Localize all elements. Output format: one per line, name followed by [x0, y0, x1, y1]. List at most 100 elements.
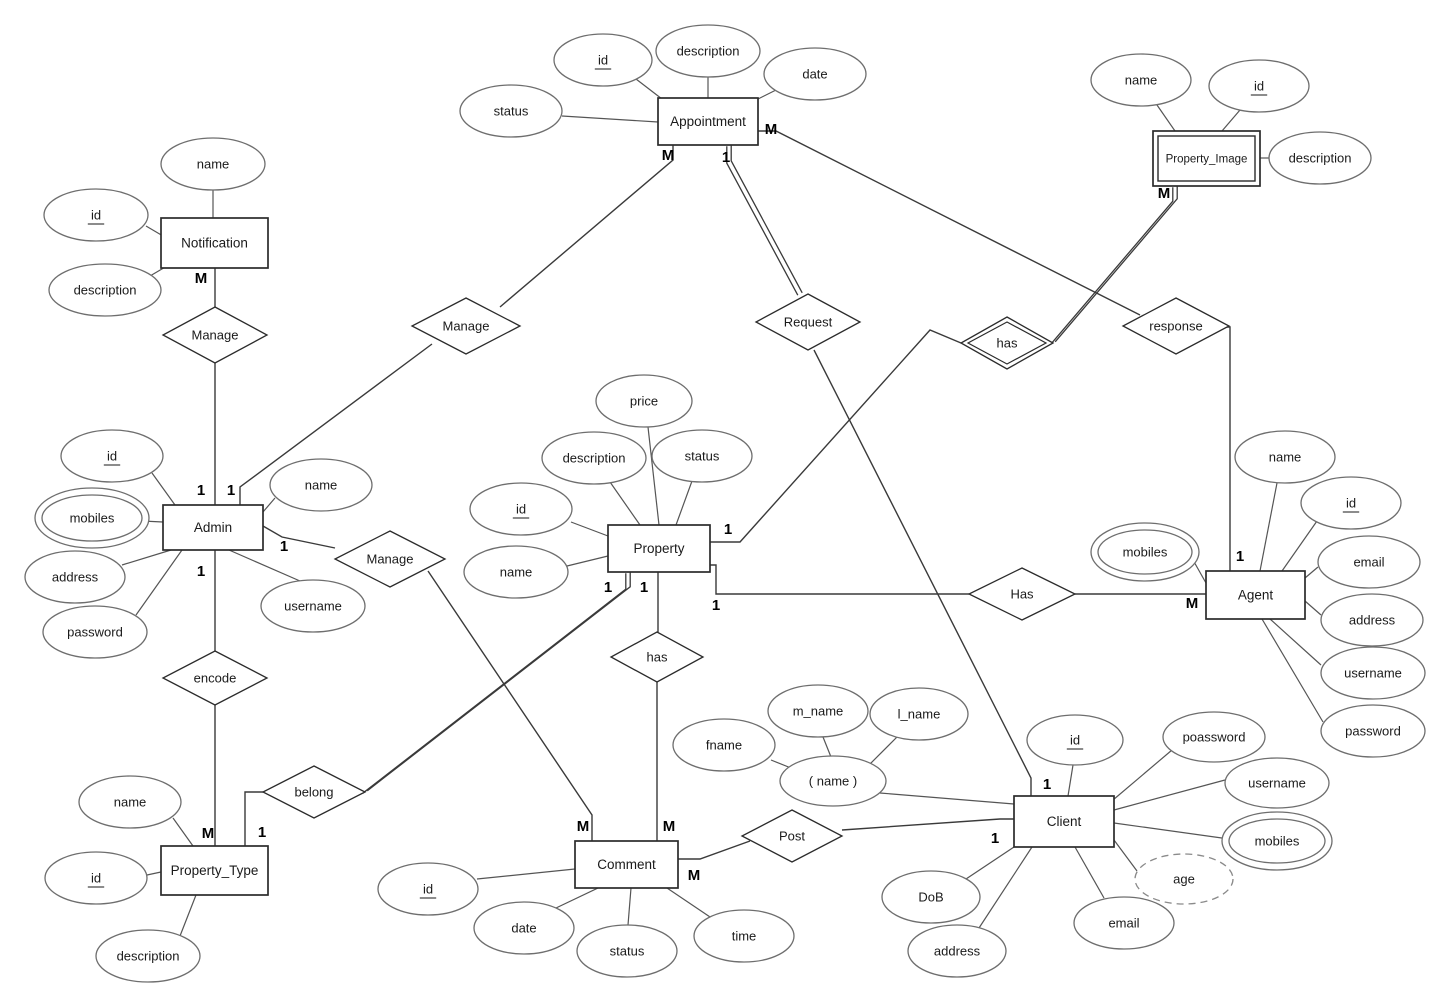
attribute-cl_age[interactable]: age	[1134, 853, 1234, 905]
relationship-label: Has	[1010, 586, 1034, 601]
cardinality-label-c_prop_1c: 1	[712, 597, 720, 614]
entity-agent[interactable]: Agent	[1205, 570, 1306, 620]
attribute-adm_address[interactable]: address	[24, 550, 126, 604]
entity-client[interactable]: Client	[1013, 795, 1115, 848]
relationship-post[interactable]: Post	[740, 809, 844, 863]
attribute-appt_status[interactable]: status	[459, 84, 563, 138]
attribute-adm_name[interactable]: name	[269, 458, 373, 512]
attribute-label: name	[1125, 72, 1158, 87]
attribute-pt_desc[interactable]: description	[95, 929, 201, 983]
edge-cl_address-to-client	[978, 846, 1033, 929]
attribute-prop_id[interactable]: id	[469, 482, 573, 536]
relationship-manage_notif[interactable]: Manage	[161, 306, 269, 364]
attribute-adm_user[interactable]: username	[260, 579, 366, 633]
cardinality-label-c_client_1a: 1	[1043, 776, 1051, 793]
relationship-encode[interactable]: encode	[161, 650, 269, 706]
attribute-label: description	[563, 450, 626, 465]
relationship-has_comment[interactable]: has	[609, 631, 705, 683]
attribute-adm_pass[interactable]: password	[42, 605, 148, 659]
attribute-label: name	[197, 156, 230, 171]
attribute-ag_email[interactable]: email	[1317, 535, 1421, 589]
edge-cm_date-to-comment	[555, 887, 599, 909]
relationship-label: Manage	[443, 318, 490, 333]
relationship-label: Request	[784, 314, 833, 329]
attribute-pt_name[interactable]: name	[78, 775, 182, 829]
attribute-cl_id[interactable]: id	[1026, 714, 1124, 766]
relationship-request[interactable]: Request	[754, 293, 862, 351]
relationship-belong[interactable]: belong	[261, 765, 367, 819]
attribute-label: date	[511, 920, 536, 935]
attribute-ag_pass[interactable]: password	[1320, 704, 1426, 758]
cardinality-label-c_comment_m1: M	[577, 818, 590, 835]
attribute-appt_desc[interactable]: description	[655, 24, 761, 78]
edge-cm_status-to-comment	[627, 887, 632, 926]
edge-manage_prop-to-comment	[427, 570, 593, 841]
entity-property[interactable]: Property	[607, 524, 711, 573]
attribute-adm_id[interactable]: id	[60, 429, 164, 483]
attribute-ag_address[interactable]: address	[1320, 593, 1424, 647]
cardinality-label-c_appt_1: 1	[722, 149, 730, 166]
attribute-notif_id[interactable]: id	[43, 188, 149, 242]
relationship-manage_prop[interactable]: Manage	[333, 530, 447, 588]
attribute-ag_name[interactable]: name	[1234, 430, 1336, 484]
attribute-cl_address[interactable]: address	[907, 924, 1007, 978]
attribute-label: description	[1289, 150, 1352, 165]
edge-ag_email-to-agent	[1304, 566, 1319, 579]
cardinality-label-c_pimg_m: M	[1158, 185, 1171, 202]
attribute-appt_id[interactable]: id	[553, 33, 653, 87]
attribute-prop_price[interactable]: price	[595, 374, 693, 428]
edge-property-to-belong	[362, 570, 631, 794]
entity-property_type[interactable]: Property_Type	[160, 845, 269, 896]
relationship-manage_appt[interactable]: Manage	[410, 297, 522, 355]
attribute-cl_mname[interactable]: m_name	[767, 684, 869, 738]
attribute-cl_fname[interactable]: fname	[672, 718, 776, 772]
attribute-cl_lname[interactable]: l_name	[869, 687, 969, 741]
attribute-appt_date[interactable]: date	[763, 47, 867, 101]
edge-adm_user-to-admin	[228, 549, 301, 582]
edge-cl_lname-to-cl_namecomp	[868, 735, 899, 766]
attribute-notif_desc[interactable]: description	[48, 263, 162, 317]
attribute-notif_name[interactable]: name	[160, 137, 266, 191]
attribute-cm_status[interactable]: status	[576, 924, 678, 978]
relationship-has_agent[interactable]: Has	[967, 567, 1077, 621]
entity-label: Client	[1047, 814, 1082, 829]
attribute-pimg_desc[interactable]: description	[1268, 131, 1372, 185]
attribute-cl_namecomp[interactable]: ( name )	[779, 755, 887, 807]
attribute-cm_id[interactable]: id	[377, 862, 479, 916]
attribute-prop_status[interactable]: status	[651, 429, 753, 483]
attribute-cl_user[interactable]: username	[1224, 757, 1330, 809]
entity-label: Admin	[194, 520, 232, 535]
attribute-label: username	[284, 598, 342, 613]
attribute-cm_time[interactable]: time	[693, 909, 795, 963]
attribute-ag_id[interactable]: id	[1300, 476, 1402, 530]
relationship-has_img[interactable]: has	[959, 316, 1055, 370]
attribute-pimg_name[interactable]: name	[1090, 53, 1192, 107]
attribute-cl_mobiles[interactable]: mobiles	[1221, 811, 1333, 871]
attribute-label: description	[677, 43, 740, 58]
entity-appointment[interactable]: Appointment	[657, 97, 759, 146]
edge-prop_name-to-property	[566, 555, 609, 567]
attribute-pt_id[interactable]: id	[44, 851, 148, 905]
edge-pt_id-to-property_type	[146, 871, 162, 876]
attribute-ag_mobiles[interactable]: mobiles	[1090, 522, 1200, 582]
attribute-label: id	[1070, 732, 1080, 747]
attribute-adm_mobiles[interactable]: mobiles	[34, 487, 150, 549]
cardinality-label-c_agent_1: 1	[1236, 548, 1244, 565]
attribute-cl_dob[interactable]: DoB	[881, 870, 981, 924]
attribute-cm_date[interactable]: date	[473, 901, 575, 955]
entity-property_image[interactable]: Property_Image	[1152, 130, 1261, 187]
attribute-prop_desc[interactable]: description	[541, 431, 647, 485]
attribute-ag_user[interactable]: username	[1320, 646, 1426, 700]
attribute-cl_pass[interactable]: poassword	[1162, 711, 1266, 763]
attribute-cl_email[interactable]: email	[1073, 896, 1175, 950]
edge-adm_name-to-admin	[262, 497, 276, 513]
entity-admin[interactable]: Admin	[162, 504, 264, 551]
relationship-layer: Manage Manage Request has response Manage Has e…	[161, 293, 1231, 863]
attribute-label: email	[1108, 915, 1139, 930]
entity-comment[interactable]: Comment	[574, 840, 679, 889]
entity-notification[interactable]: Notification	[160, 217, 269, 269]
attribute-prop_name[interactable]: name	[463, 545, 569, 599]
relationship-label: has	[647, 649, 668, 664]
relationship-response[interactable]: response	[1121, 297, 1231, 355]
attribute-pimg_id[interactable]: id	[1208, 59, 1310, 113]
